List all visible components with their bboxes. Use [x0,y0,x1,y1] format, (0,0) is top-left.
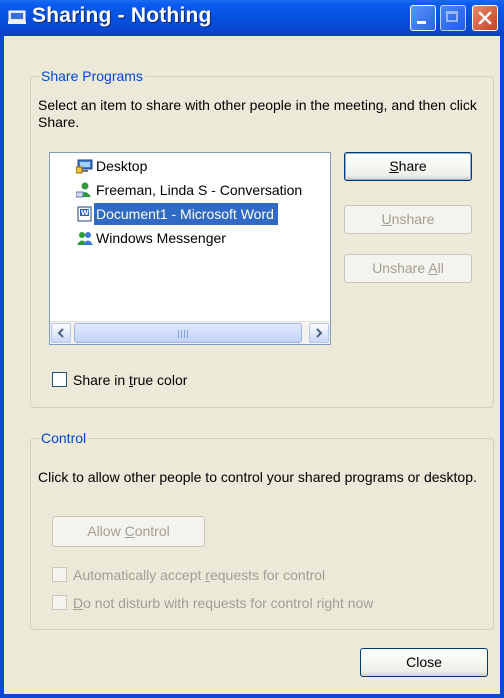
do-not-disturb-label: Do not disturb with requests for control… [73,595,373,612]
auto-accept-label: Automatically accept requests for contro… [73,567,325,584]
share-true-color-label: Share in true color [73,372,187,389]
unshare-all-button-access-key: A [428,260,438,276]
list-item-conversation[interactable]: Freeman, Linda S - Conversation [50,179,330,201]
checkbox-box [52,595,67,610]
close-window-button[interactable] [472,5,498,31]
unshare-all-button-label-pre: Unshare [372,260,429,276]
dialog-client-area: Share Programs Select an item to share w… [4,36,500,694]
share-programs-description: Select an item to share with other peopl… [38,97,477,130]
share-button[interactable]: Share [344,152,472,181]
unshare-all-button: Unshare All [344,254,472,283]
allow-control-label-post: ontrol [134,523,170,539]
share-button-label-post: hare [398,158,427,174]
checkbox-box [52,567,67,582]
unshare-button-access-key: U [381,211,392,227]
chevron-left-icon [57,328,64,338]
auto-accept-label-post: equests for control [209,567,326,583]
scroll-right-button[interactable] [309,323,329,343]
list-item-label: Document1 - Microsoft Word [94,203,278,225]
allow-control-label-pre: Allow [87,523,125,539]
maximize-button [440,5,466,31]
conversation-icon [76,182,91,198]
scroll-thumb[interactable] [74,323,302,343]
shareable-items-list[interactable]: Desktop Freeman, Linda S - Conversation … [49,152,331,345]
scroll-grip-icon [178,330,190,338]
true-color-label-post: rue color [132,372,188,388]
control-description: Click to allow other people to control y… [38,469,477,485]
do-not-disturb-label-post: o not disturb with requests for control … [83,595,374,611]
true-color-label-pre: Share in [73,372,130,388]
list-item-windows-messenger[interactable]: Windows Messenger [50,227,330,249]
scroll-left-button[interactable] [51,323,71,343]
unshare-button-label-post: nshare [391,211,435,227]
horizontal-scrollbar[interactable] [50,321,330,344]
word-document-icon: W [77,206,92,222]
svg-text:W: W [81,209,89,217]
sharing-app-icon [8,10,26,24]
list-item-label: Desktop [96,158,148,174]
share-programs-label: Share Programs [39,68,145,84]
control-label: Control [39,430,89,446]
list-item-label: Windows Messenger [96,230,226,246]
auto-accept-label-pre: Automatically accept [73,567,206,583]
messenger-icon [77,232,93,245]
minimize-button[interactable] [410,5,436,31]
title-bar[interactable]: Sharing - Nothing [0,0,504,36]
list-item-document1[interactable]: W Document1 - Microsoft Word [50,203,330,225]
list-item-label: Freeman, Linda S - Conversation [96,182,303,198]
close-button[interactable]: Close [360,648,488,677]
chevron-right-icon [316,328,323,338]
share-button-access-key: S [389,158,399,174]
unshare-button: Unshare [344,205,472,234]
do-not-disturb-access-key: D [73,595,84,611]
desktop-icon [76,159,93,174]
window-title: Sharing - Nothing [32,4,212,27]
allow-control-access-key: C [124,523,135,539]
list-item-desktop[interactable]: Desktop [50,155,330,177]
allow-control-button: Allow Control [52,516,205,547]
unshare-all-button-label-post: ll [437,260,444,276]
close-icon [478,11,492,25]
sharing-window: Sharing - Nothing Share Programs Select … [0,0,504,698]
checkbox-box[interactable] [52,372,67,387]
